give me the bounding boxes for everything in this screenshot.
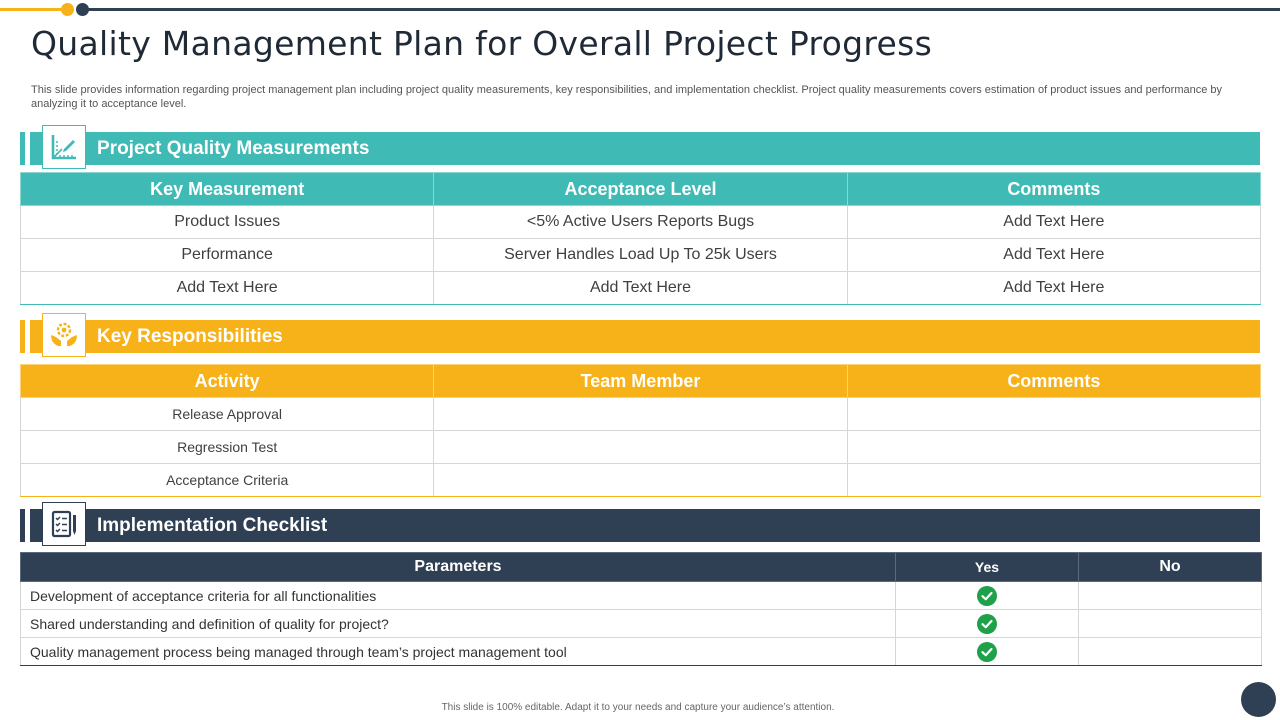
table-cell: Add Text Here (846, 271, 1262, 305)
column-header: Parameters (20, 552, 896, 582)
section-stripe (20, 132, 25, 165)
checklist-section-header: Implementation Checklist (20, 502, 1260, 546)
table-cell (846, 397, 1262, 431)
checklist-yes-cell (895, 637, 1079, 666)
quality-measurements-table: Key Measurement Acceptance Level Comment… (19, 172, 1262, 305)
checklist-no-cell (1078, 637, 1262, 666)
table-cell: Product Issues (19, 205, 435, 239)
check-icon (977, 641, 997, 662)
page-subtitle: This slide provides information regardin… (31, 84, 1223, 110)
implementation-checklist-table: Parameters Yes No Development of accepta… (20, 552, 1262, 666)
checklist-parameter: Quality management process being managed… (20, 637, 896, 666)
top-accent-line-navy (80, 8, 1280, 11)
checklist-row: Quality management process being managed… (20, 637, 1262, 666)
hands-gear-icon (42, 313, 86, 357)
table-cell: Release Approval (19, 397, 435, 431)
checklist-yes-cell (895, 581, 1079, 610)
table-cell: <5% Active Users Reports Bugs (433, 205, 848, 239)
table-row: Regression Test (19, 430, 1262, 464)
section-stripe (20, 320, 25, 353)
column-header: Comments (846, 172, 1262, 206)
table-row: Product Issues <5% Active Users Reports … (19, 205, 1262, 239)
checklist-no-cell (1078, 581, 1262, 610)
corner-decoration (1241, 682, 1276, 717)
column-header: Acceptance Level (433, 172, 848, 206)
quality-section-header: Project Quality Measurements (20, 125, 1260, 169)
table-cell (433, 463, 848, 497)
checklist-row: Development of acceptance criteria for a… (20, 581, 1262, 610)
ruler-pencil-icon (42, 125, 86, 169)
responsibilities-table: Activity Team Member Comments Release Ap… (19, 364, 1262, 497)
table-cell: Add Text Here (846, 205, 1262, 239)
table-cell: Regression Test (19, 430, 435, 464)
check-icon (977, 585, 997, 606)
checklist-parameter: Development of acceptance criteria for a… (20, 581, 896, 610)
column-header: Key Measurement (19, 172, 435, 206)
checklist-pen-icon (42, 502, 86, 546)
page-title: Quality Management Plan for Overall Proj… (31, 24, 933, 63)
accent-dot-yellow (61, 3, 74, 16)
table-row: Release Approval (19, 397, 1262, 431)
section-stripe (20, 509, 25, 542)
column-header: Activity (19, 364, 435, 398)
checklist-parameter: Shared understanding and definition of q… (20, 609, 896, 638)
quality-section-title: Project Quality Measurements (97, 137, 370, 159)
table-cell: Performance (19, 238, 435, 272)
table-cell: Add Text Here (19, 271, 435, 305)
footer-note: This slide is 100% editable. Adapt it to… (441, 702, 835, 713)
checklist-row: Shared understanding and definition of q… (20, 609, 1262, 638)
table-cell (433, 430, 848, 464)
column-header: Comments (846, 364, 1262, 398)
top-accent-line-yellow (0, 8, 68, 11)
table-row: Add Text Here Add Text Here Add Text Her… (19, 271, 1262, 305)
responsibilities-section-title: Key Responsibilities (97, 325, 283, 347)
table-cell (433, 397, 848, 431)
checklist-no-cell (1078, 609, 1262, 638)
column-header: No (1078, 552, 1262, 582)
responsibilities-section-header: Key Responsibilities (20, 313, 1260, 357)
table-cell: Add Text Here (433, 271, 848, 305)
table-row: Acceptance Criteria (19, 463, 1262, 497)
table-cell (846, 463, 1262, 497)
table-cell (846, 430, 1262, 464)
accent-dot-navy (76, 3, 89, 16)
table-cell: Add Text Here (846, 238, 1262, 272)
check-icon (977, 613, 997, 634)
table-row: Performance Server Handles Load Up To 25… (19, 238, 1262, 272)
checklist-section-title: Implementation Checklist (97, 514, 328, 536)
checklist-yes-cell (895, 609, 1079, 638)
column-header: Yes (895, 552, 1079, 582)
table-cell: Acceptance Criteria (19, 463, 435, 497)
column-header: Team Member (433, 364, 848, 398)
table-cell: Server Handles Load Up To 25k Users (433, 238, 848, 272)
